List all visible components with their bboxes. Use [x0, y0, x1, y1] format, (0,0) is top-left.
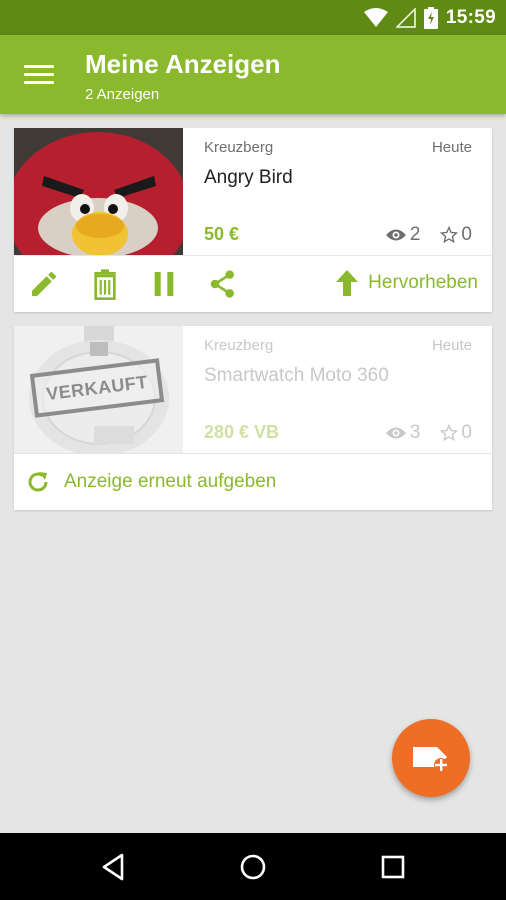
listing-title: Angry Bird: [204, 167, 293, 188]
promote-button[interactable]: Hervorheben: [336, 270, 478, 296]
promote-label: Hervorheben: [368, 272, 478, 293]
favorites-count: 0: [461, 422, 472, 443]
arrow-up-icon: [336, 270, 359, 296]
page-subtitle: 2 Anzeigen: [85, 86, 160, 103]
listing-actions: Hervorheben: [14, 256, 492, 312]
pause-icon[interactable]: [148, 268, 180, 300]
app-bar: Meine Anzeigen 2 Anzeigen: [0, 35, 506, 114]
system-nav-bar: [0, 833, 506, 900]
listing-title: Smartwatch Moto 360: [204, 365, 389, 386]
listing-card[interactable]: VERKAUFT Kreuzberg Heute Smartwatch Moto…: [14, 326, 492, 510]
sold-stamp-label: VERKAUFT: [45, 371, 149, 404]
recents-square-icon[interactable]: [376, 850, 410, 884]
listing-stats: 3 0: [385, 422, 472, 444]
views-count: 3: [409, 422, 421, 443]
star-outline-icon: [440, 424, 459, 442]
wifi-icon: [363, 8, 388, 27]
relist-button[interactable]: Anzeige erneut aufgeben: [14, 454, 492, 510]
relist-label: Anzeige erneut aufgeben: [64, 471, 277, 492]
back-triangle-icon[interactable]: [96, 850, 130, 884]
signal-icon: [395, 8, 416, 28]
listing-info: Kreuzberg Heute Smartwatch Moto 360 280 …: [204, 326, 492, 453]
listing-price: 280 € VB: [204, 422, 280, 442]
page-title: Meine Anzeigen: [85, 49, 281, 79]
listing-date: Heute: [431, 337, 472, 354]
delete-trash-icon[interactable]: [89, 268, 121, 300]
battery-charging-icon: [423, 7, 438, 29]
add-listing-button[interactable]: [392, 719, 470, 797]
add-listing-tag-icon: [413, 747, 448, 772]
views-stat: 2: [385, 224, 421, 246]
favorites-stat: 0: [440, 224, 472, 246]
star-outline-icon: [440, 226, 459, 244]
angry-bird-image: [14, 128, 183, 255]
favorites-stat: 0: [440, 422, 472, 444]
views-count: 2: [409, 224, 421, 245]
listing-price: 50 €: [204, 224, 240, 244]
listing-card[interactable]: Kreuzberg Heute Angry Bird 50 € 2 0 Herv…: [14, 128, 492, 312]
home-circle-icon[interactable]: [236, 850, 270, 884]
status-bar: 15:59: [0, 0, 506, 35]
hamburger-menu-icon[interactable]: [24, 65, 54, 85]
views-stat: 3: [385, 422, 421, 444]
status-icons: 15:59: [363, 6, 496, 30]
edit-pencil-icon[interactable]: [28, 268, 60, 300]
listing-location: Kreuzberg: [204, 337, 274, 354]
listing-thumbnail[interactable]: VERKAUFT: [14, 326, 183, 453]
listing-location: Kreuzberg: [204, 139, 274, 156]
share-icon[interactable]: [207, 268, 239, 300]
eye-icon: [385, 229, 406, 241]
listing-stats: 2 0: [385, 224, 472, 246]
refresh-icon: [28, 472, 48, 492]
status-time: 15:59: [445, 7, 496, 28]
eye-icon: [385, 427, 406, 439]
listing-thumbnail[interactable]: [14, 128, 183, 255]
listing-info: Kreuzberg Heute Angry Bird 50 € 2 0: [204, 128, 492, 255]
listing-date: Heute: [431, 139, 472, 156]
favorites-count: 0: [461, 224, 472, 245]
